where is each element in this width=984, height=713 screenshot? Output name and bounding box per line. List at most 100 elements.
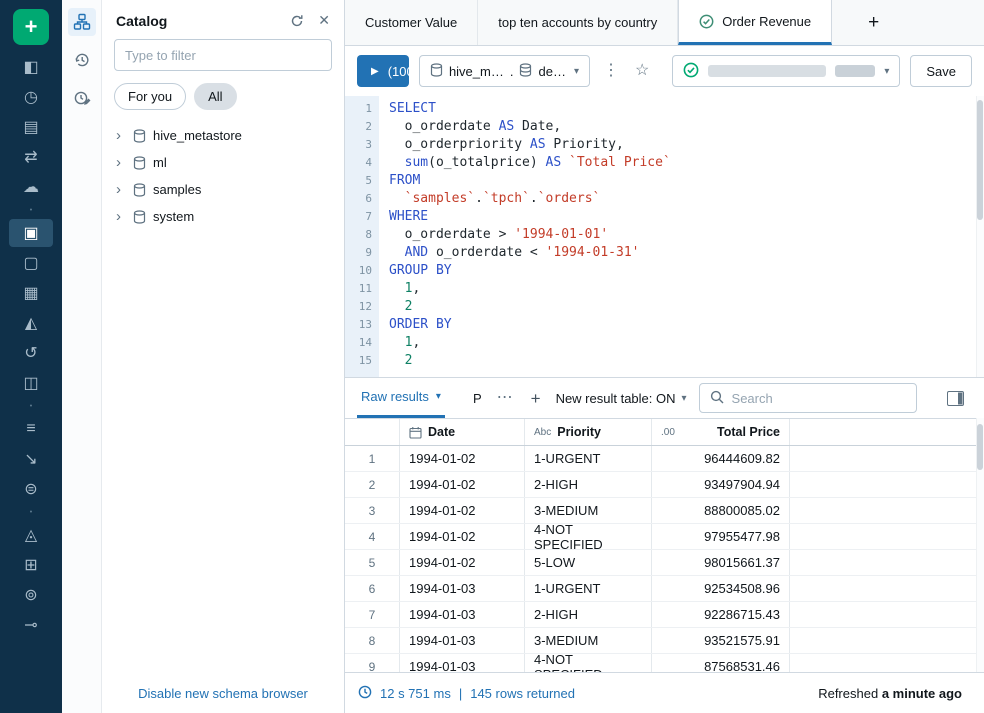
date-cell[interactable]: 1994-01-03 bbox=[400, 628, 525, 653]
code-area[interactable]: SELECT o_orderdate AS Date, o_orderprior… bbox=[379, 96, 984, 377]
chevron-right-icon[interactable]: › bbox=[116, 155, 126, 170]
results-scrollbar[interactable] bbox=[976, 418, 984, 672]
date-cell[interactable]: 1994-01-02 bbox=[400, 472, 525, 497]
delta-live-tables-icon[interactable]: ⊜ bbox=[9, 475, 53, 503]
total-cell[interactable]: 93497904.94 bbox=[652, 472, 790, 497]
row-number-cell[interactable]: 7 bbox=[345, 602, 400, 627]
models-icon[interactable]: ⊚ bbox=[9, 581, 53, 609]
date-cell[interactable]: 1994-01-03 bbox=[400, 602, 525, 627]
more-options-icon[interactable]: ⋮ bbox=[600, 63, 622, 79]
priority-cell[interactable]: 3-MEDIUM bbox=[525, 498, 652, 523]
priority-cell[interactable]: 5-LOW bbox=[525, 550, 652, 575]
more-tabs-icon[interactable]: ⋯ bbox=[494, 390, 516, 406]
catalog-item-ml[interactable]: › ml bbox=[102, 149, 344, 176]
add-tab-button[interactable]: + bbox=[848, 0, 899, 45]
chevron-right-icon[interactable]: › bbox=[116, 182, 126, 197]
compute-icon[interactable]: ☁ bbox=[9, 173, 53, 201]
catalog-item-samples[interactable]: ›samples bbox=[102, 176, 344, 203]
tab-top-ten-accounts-by-country[interactable]: top ten accounts by country bbox=[478, 0, 678, 45]
priority-cell[interactable]: 2-HIGH bbox=[525, 472, 652, 497]
date-cell[interactable]: 1994-01-02 bbox=[400, 498, 525, 523]
priority-cell[interactable]: 4-NOT SPECIFIED bbox=[525, 524, 652, 549]
past-executions-icon[interactable] bbox=[68, 46, 96, 74]
column-header-date[interactable]: Date bbox=[400, 419, 525, 445]
catalog-icon[interactable]: ▤ bbox=[9, 113, 53, 141]
favorite-star-icon[interactable]: ☆ bbox=[632, 63, 652, 79]
priority-cell[interactable]: 1-URGENT bbox=[525, 446, 652, 471]
refresh-icon[interactable] bbox=[290, 14, 304, 28]
chevron-right-icon[interactable]: › bbox=[116, 128, 126, 143]
row-number-cell[interactable]: 6 bbox=[345, 576, 400, 601]
disable-schema-browser-link[interactable]: Disable new schema browser bbox=[102, 686, 344, 701]
editor-scrollbar[interactable] bbox=[976, 96, 984, 377]
catalog-filter-input[interactable] bbox=[125, 48, 321, 63]
version-history-icon[interactable] bbox=[68, 84, 96, 112]
feature-store-icon[interactable]: ⊞ bbox=[9, 551, 53, 579]
dashboards-icon[interactable]: ▦ bbox=[9, 279, 53, 307]
priority-cell[interactable]: 1-URGENT bbox=[525, 576, 652, 601]
row-number-cell[interactable]: 4 bbox=[345, 524, 400, 549]
total-cell[interactable]: 97955477.98 bbox=[652, 524, 790, 549]
row-number-cell[interactable]: 9 bbox=[345, 654, 400, 672]
catalog-item-label: ml bbox=[153, 155, 167, 170]
chevron-right-icon[interactable]: › bbox=[116, 209, 126, 224]
row-number-cell[interactable]: 5 bbox=[345, 550, 400, 575]
query-history-icon[interactable]: ↺ bbox=[9, 339, 53, 367]
new-result-table-toggle[interactable]: New result table: ON ▾ bbox=[556, 391, 687, 406]
job-runs-icon[interactable]: ≡ bbox=[9, 415, 53, 443]
new-button[interactable]: + bbox=[13, 9, 49, 45]
all-pill[interactable]: All bbox=[194, 83, 236, 110]
column-header-total-price[interactable]: .00Total Price bbox=[652, 419, 790, 445]
tab-order-revenue[interactable]: Order Revenue bbox=[678, 0, 832, 45]
side-panel-toggle-icon[interactable] bbox=[947, 391, 964, 406]
row-number-cell[interactable]: 8 bbox=[345, 628, 400, 653]
raw-results-tab[interactable]: Raw results ▾ bbox=[357, 378, 445, 418]
results-search-input[interactable] bbox=[732, 391, 906, 406]
data-ingestion-icon[interactable]: ↘ bbox=[9, 445, 53, 473]
for-you-pill[interactable]: For you bbox=[114, 83, 186, 110]
priority-cell[interactable]: 3-MEDIUM bbox=[525, 628, 652, 653]
workflows-icon[interactable]: ⇄ bbox=[9, 143, 53, 171]
sql-editor-icon[interactable]: ▣ bbox=[9, 219, 53, 247]
results-table-body: 11994-01-021-URGENT96444609.8221994-01-0… bbox=[345, 446, 984, 672]
tab-customer-value[interactable]: Customer Value bbox=[345, 0, 478, 45]
catalog-schema-selector[interactable]: hive_m… . de… ▾ bbox=[419, 55, 590, 87]
catalog-item-system[interactable]: ›system bbox=[102, 203, 344, 230]
total-cell[interactable]: 96444609.82 bbox=[652, 446, 790, 471]
row-number-cell[interactable]: 1 bbox=[345, 446, 400, 471]
date-cell[interactable]: 1994-01-02 bbox=[400, 524, 525, 549]
catalog-item-hive_metastore[interactable]: › hive_metastore bbox=[102, 122, 344, 149]
add-visualization-button[interactable]: + bbox=[528, 390, 544, 407]
total-cell[interactable]: 93521575.91 bbox=[652, 628, 790, 653]
total-cell[interactable]: 87568531.46 bbox=[652, 654, 790, 672]
experiments-icon[interactable]: ◬ bbox=[9, 521, 53, 549]
close-icon[interactable]: ✕ bbox=[318, 12, 330, 29]
sql-warehouses-icon[interactable]: ◫ bbox=[9, 369, 53, 397]
queries-icon[interactable]: ▢ bbox=[9, 249, 53, 277]
date-cell[interactable]: 1994-01-03 bbox=[400, 654, 525, 672]
row-number-cell[interactable]: 2 bbox=[345, 472, 400, 497]
row-number-cell[interactable]: 3 bbox=[345, 498, 400, 523]
alerts-icon[interactable]: ◭ bbox=[9, 309, 53, 337]
workspace-icon[interactable]: ◧ bbox=[9, 53, 53, 81]
save-button[interactable]: Save bbox=[910, 55, 972, 87]
priority-cell[interactable]: 4-NOT SPECIFIED bbox=[525, 654, 652, 672]
truncated-result-tab[interactable]: P bbox=[473, 391, 482, 406]
table-row: 31994-01-023-MEDIUM88800085.02 bbox=[345, 498, 984, 524]
schema-browser-icon[interactable] bbox=[68, 8, 96, 36]
total-cell[interactable]: 98015661.37 bbox=[652, 550, 790, 575]
line-number: 15 bbox=[345, 352, 372, 370]
priority-cell[interactable]: 2-HIGH bbox=[525, 602, 652, 627]
date-cell[interactable]: 1994-01-02 bbox=[400, 550, 525, 575]
date-cell[interactable]: 1994-01-02 bbox=[400, 446, 525, 471]
serving-icon[interactable]: ⊸ bbox=[9, 611, 53, 639]
total-cell[interactable]: 92286715.43 bbox=[652, 602, 790, 627]
recents-icon[interactable]: ◷ bbox=[9, 83, 53, 111]
total-cell[interactable]: 92534508.96 bbox=[652, 576, 790, 601]
catalog-item-label: hive_metastore bbox=[153, 128, 242, 143]
total-cell[interactable]: 88800085.02 bbox=[652, 498, 790, 523]
run-button[interactable]: ▶ (1000) ▾ bbox=[357, 55, 409, 87]
date-cell[interactable]: 1994-01-03 bbox=[400, 576, 525, 601]
column-header-priority[interactable]: AbcPriority bbox=[525, 419, 652, 445]
warehouse-selector[interactable]: ▾ bbox=[672, 55, 900, 87]
